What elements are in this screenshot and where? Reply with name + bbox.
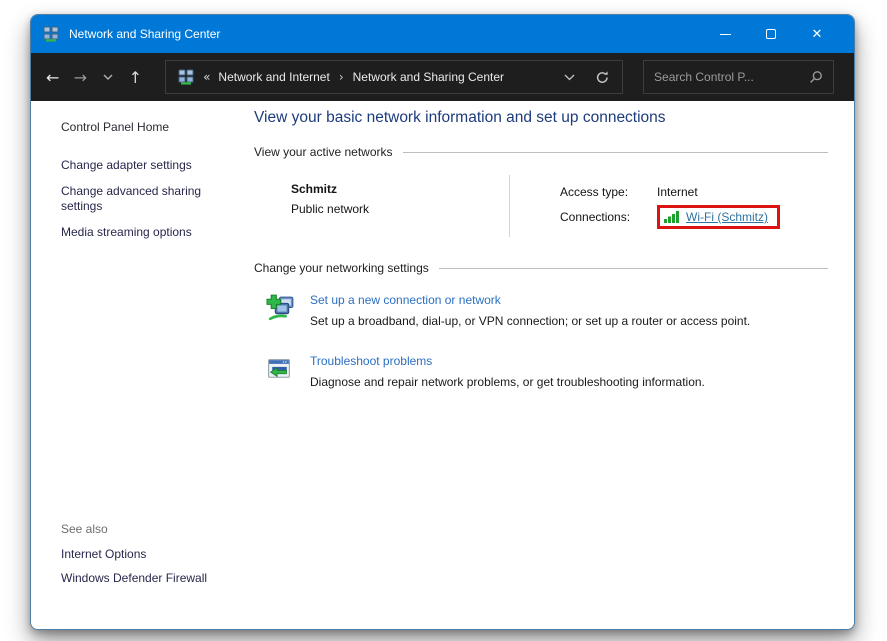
close-button[interactable]: ✕ — [794, 15, 840, 53]
window-title: Network and Sharing Center — [69, 27, 220, 41]
access-type-value: Internet — [657, 185, 698, 199]
network-app-icon — [43, 26, 59, 42]
sidebar-item-change-advanced-sharing-settings[interactable]: Change advanced sharing settings — [61, 184, 223, 215]
address-dropdown-chevron-icon[interactable] — [564, 74, 575, 81]
sidebar-item-internet-options[interactable]: Internet Options — [61, 547, 254, 561]
network-details: Access type: Internet Connections: — [510, 175, 780, 237]
sidebar: Control Panel Home Change adapter settin… — [31, 101, 254, 629]
networking-settings-section-title: Change your networking settings — [254, 261, 429, 275]
task-text: Set up a new connection or network Set u… — [310, 291, 750, 328]
see-also-section: See also Internet Options Windows Defend… — [61, 522, 254, 595]
task-text: Troubleshoot problems Diagnose and repai… — [310, 352, 705, 389]
search-input[interactable] — [654, 70, 809, 84]
main-area: Control Panel Home Change adapter settin… — [31, 101, 854, 629]
access-type-label: Access type: — [560, 185, 657, 199]
network-sharing-center-window: Network and Sharing Center ✕ ← → ↑ — [30, 14, 855, 630]
network-location-icon — [178, 69, 194, 85]
section-divider — [439, 268, 828, 269]
active-network-row: Schmitz Public network Access type: Inte… — [254, 175, 828, 237]
troubleshoot-problems-link[interactable]: Troubleshoot problems — [310, 354, 432, 368]
task-troubleshoot-problems: Troubleshoot problems Diagnose and repai… — [266, 352, 828, 389]
search-icon[interactable] — [809, 70, 823, 84]
network-identity: Schmitz Public network — [254, 175, 509, 237]
minimize-button[interactable] — [702, 15, 748, 53]
content-pane: View your basic network information and … — [254, 101, 854, 629]
access-type-row: Access type: Internet — [560, 182, 780, 202]
sidebar-item-change-adapter-settings[interactable]: Change adapter settings — [61, 158, 223, 174]
wifi-signal-icon — [664, 211, 680, 223]
networking-settings-section-header: Change your networking settings — [254, 261, 828, 275]
breadcrumb-item-network-and-internet[interactable]: Network and Internet — [218, 70, 329, 84]
address-bar-actions — [564, 70, 610, 85]
up-button[interactable]: ↑ — [122, 62, 150, 92]
task-setup-new-connection: Set up a new connection or network Set u… — [266, 291, 828, 328]
network-name: Schmitz — [291, 182, 509, 196]
breadcrumb-separator-icon[interactable]: › — [339, 70, 344, 84]
network-type: Public network — [291, 202, 509, 216]
sidebar-item-media-streaming-options[interactable]: Media streaming options — [61, 225, 223, 241]
maximize-icon — [766, 29, 776, 39]
minimize-icon — [720, 34, 731, 35]
sidebar-item-windows-defender-firewall[interactable]: Windows Defender Firewall — [61, 571, 254, 585]
address-bar[interactable]: « Network and Internet › Network and Sha… — [165, 60, 623, 94]
connections-label: Connections: — [560, 210, 657, 224]
chevron-down-icon — [103, 74, 113, 80]
new-connection-icon — [266, 291, 300, 328]
breadcrumb-item-network-and-sharing-center[interactable]: Network and Sharing Center — [353, 70, 504, 84]
page-title: View your basic network information and … — [254, 109, 828, 127]
recent-pages-dropdown-button[interactable] — [94, 62, 122, 92]
sidebar-item-control-panel-home[interactable]: Control Panel Home — [61, 120, 254, 134]
forward-button[interactable]: → — [67, 62, 95, 92]
section-divider — [403, 152, 828, 153]
setup-new-connection-description: Set up a broadband, dial-up, or VPN conn… — [310, 314, 750, 328]
search-box[interactable] — [643, 60, 834, 94]
red-highlight-box: Wi-Fi (Schmitz) — [657, 205, 780, 229]
task-list: Set up a new connection or network Set u… — [254, 291, 828, 389]
navigation-toolbar: ← → ↑ « Network and Internet › Network a… — [31, 53, 854, 101]
active-networks-section-title: View your active networks — [254, 145, 393, 159]
maximize-button[interactable] — [748, 15, 794, 53]
close-icon: ✕ — [812, 28, 823, 41]
breadcrumb-overflow-chevron[interactable]: « — [203, 70, 210, 84]
wifi-connection-link[interactable]: Wi-Fi (Schmitz) — [686, 210, 768, 224]
back-button[interactable]: ← — [39, 62, 67, 92]
see-also-title: See also — [61, 522, 254, 536]
troubleshoot-icon — [266, 352, 300, 389]
window-controls: ✕ — [702, 15, 840, 53]
refresh-icon[interactable] — [595, 70, 610, 85]
connections-row: Connections: Wi-Fi (Schmitz) — [560, 205, 780, 229]
active-networks-section-header: View your active networks — [254, 145, 828, 159]
title-bar: Network and Sharing Center ✕ — [31, 15, 854, 53]
setup-new-connection-link[interactable]: Set up a new connection or network — [310, 293, 501, 307]
troubleshoot-problems-description: Diagnose and repair network problems, or… — [310, 375, 705, 389]
